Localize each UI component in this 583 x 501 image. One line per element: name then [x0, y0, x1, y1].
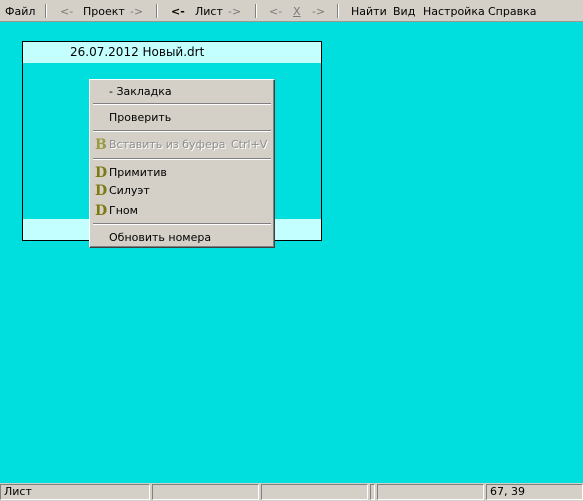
menu-item-label: - Закладка	[109, 85, 172, 98]
paste-icon: B	[95, 137, 107, 153]
menu-item-bookmark[interactable]: - Закладка	[90, 83, 274, 101]
menu-separator	[93, 103, 271, 105]
document-title: 26.07.2012 Новый.drt	[70, 45, 205, 59]
menu-item-silhouette[interactable]: D Силуэт	[90, 182, 274, 200]
project-prev-button[interactable]: <-	[60, 5, 73, 18]
menu-find[interactable]: Найти	[351, 5, 387, 18]
menu-help[interactable]: Справка	[488, 5, 536, 18]
x-prev-button[interactable]: <-	[269, 5, 282, 18]
gnome-icon: D	[95, 203, 108, 219]
menu-item-gnome[interactable]: D Гном	[90, 202, 274, 220]
menu-separator	[93, 130, 271, 132]
menu-file[interactable]: Файл	[5, 5, 35, 18]
context-menu: - Закладка Проверить B Вставить из буфер…	[89, 79, 275, 248]
status-panel	[152, 484, 259, 500]
document-header: 26.07.2012 Новый.drt	[23, 42, 321, 63]
menu-separator	[255, 4, 257, 18]
menu-separator	[337, 4, 339, 18]
silhouette-icon: D	[95, 183, 108, 199]
menu-item-label: Примитив	[109, 166, 167, 179]
status-bar: Лист 67, 39	[0, 483, 583, 501]
menu-item-label: Силуэт	[109, 184, 150, 197]
primitive-icon: D	[95, 165, 108, 181]
menu-view[interactable]: Вид	[393, 5, 415, 18]
status-panel	[261, 484, 368, 500]
menu-item-renumber[interactable]: Обновить номера	[90, 229, 274, 247]
menu-item-check[interactable]: Проверить	[90, 109, 274, 127]
menu-item-primitive[interactable]: D Примитив	[90, 164, 274, 182]
menu-sheet[interactable]: Лист	[195, 5, 223, 18]
sheet-next-button[interactable]: ->	[228, 5, 241, 18]
menu-item-label: Гном	[109, 204, 138, 217]
menu-item-label: Вставить из буфера	[109, 138, 226, 151]
x-next-button[interactable]: ->	[312, 5, 325, 18]
menu-item-shortcut: Ctrl+V	[231, 138, 268, 151]
menu-item-label: Обновить номера	[109, 231, 212, 244]
menu-separator	[93, 223, 271, 225]
x-button[interactable]: X	[293, 5, 301, 18]
project-next-button[interactable]: ->	[130, 5, 143, 18]
menu-bar: Файл <- Проект -> <- Лист -> <- X -> Най…	[0, 0, 583, 22]
sheet-prev-button[interactable]: <-	[171, 5, 185, 18]
menu-settings[interactable]: Настройка	[423, 5, 485, 18]
menu-item-label: Проверить	[109, 111, 172, 124]
menu-project[interactable]: Проект	[83, 5, 125, 18]
status-coordinates: 67, 39	[486, 484, 583, 500]
status-mode: Лист	[0, 484, 150, 500]
menu-item-paste[interactable]: B Вставить из буфера Ctrl+V	[90, 136, 274, 154]
menu-separator	[45, 4, 47, 18]
menu-separator	[93, 158, 271, 160]
status-panel	[377, 484, 484, 500]
menu-separator	[156, 4, 158, 18]
status-panel	[370, 484, 375, 500]
